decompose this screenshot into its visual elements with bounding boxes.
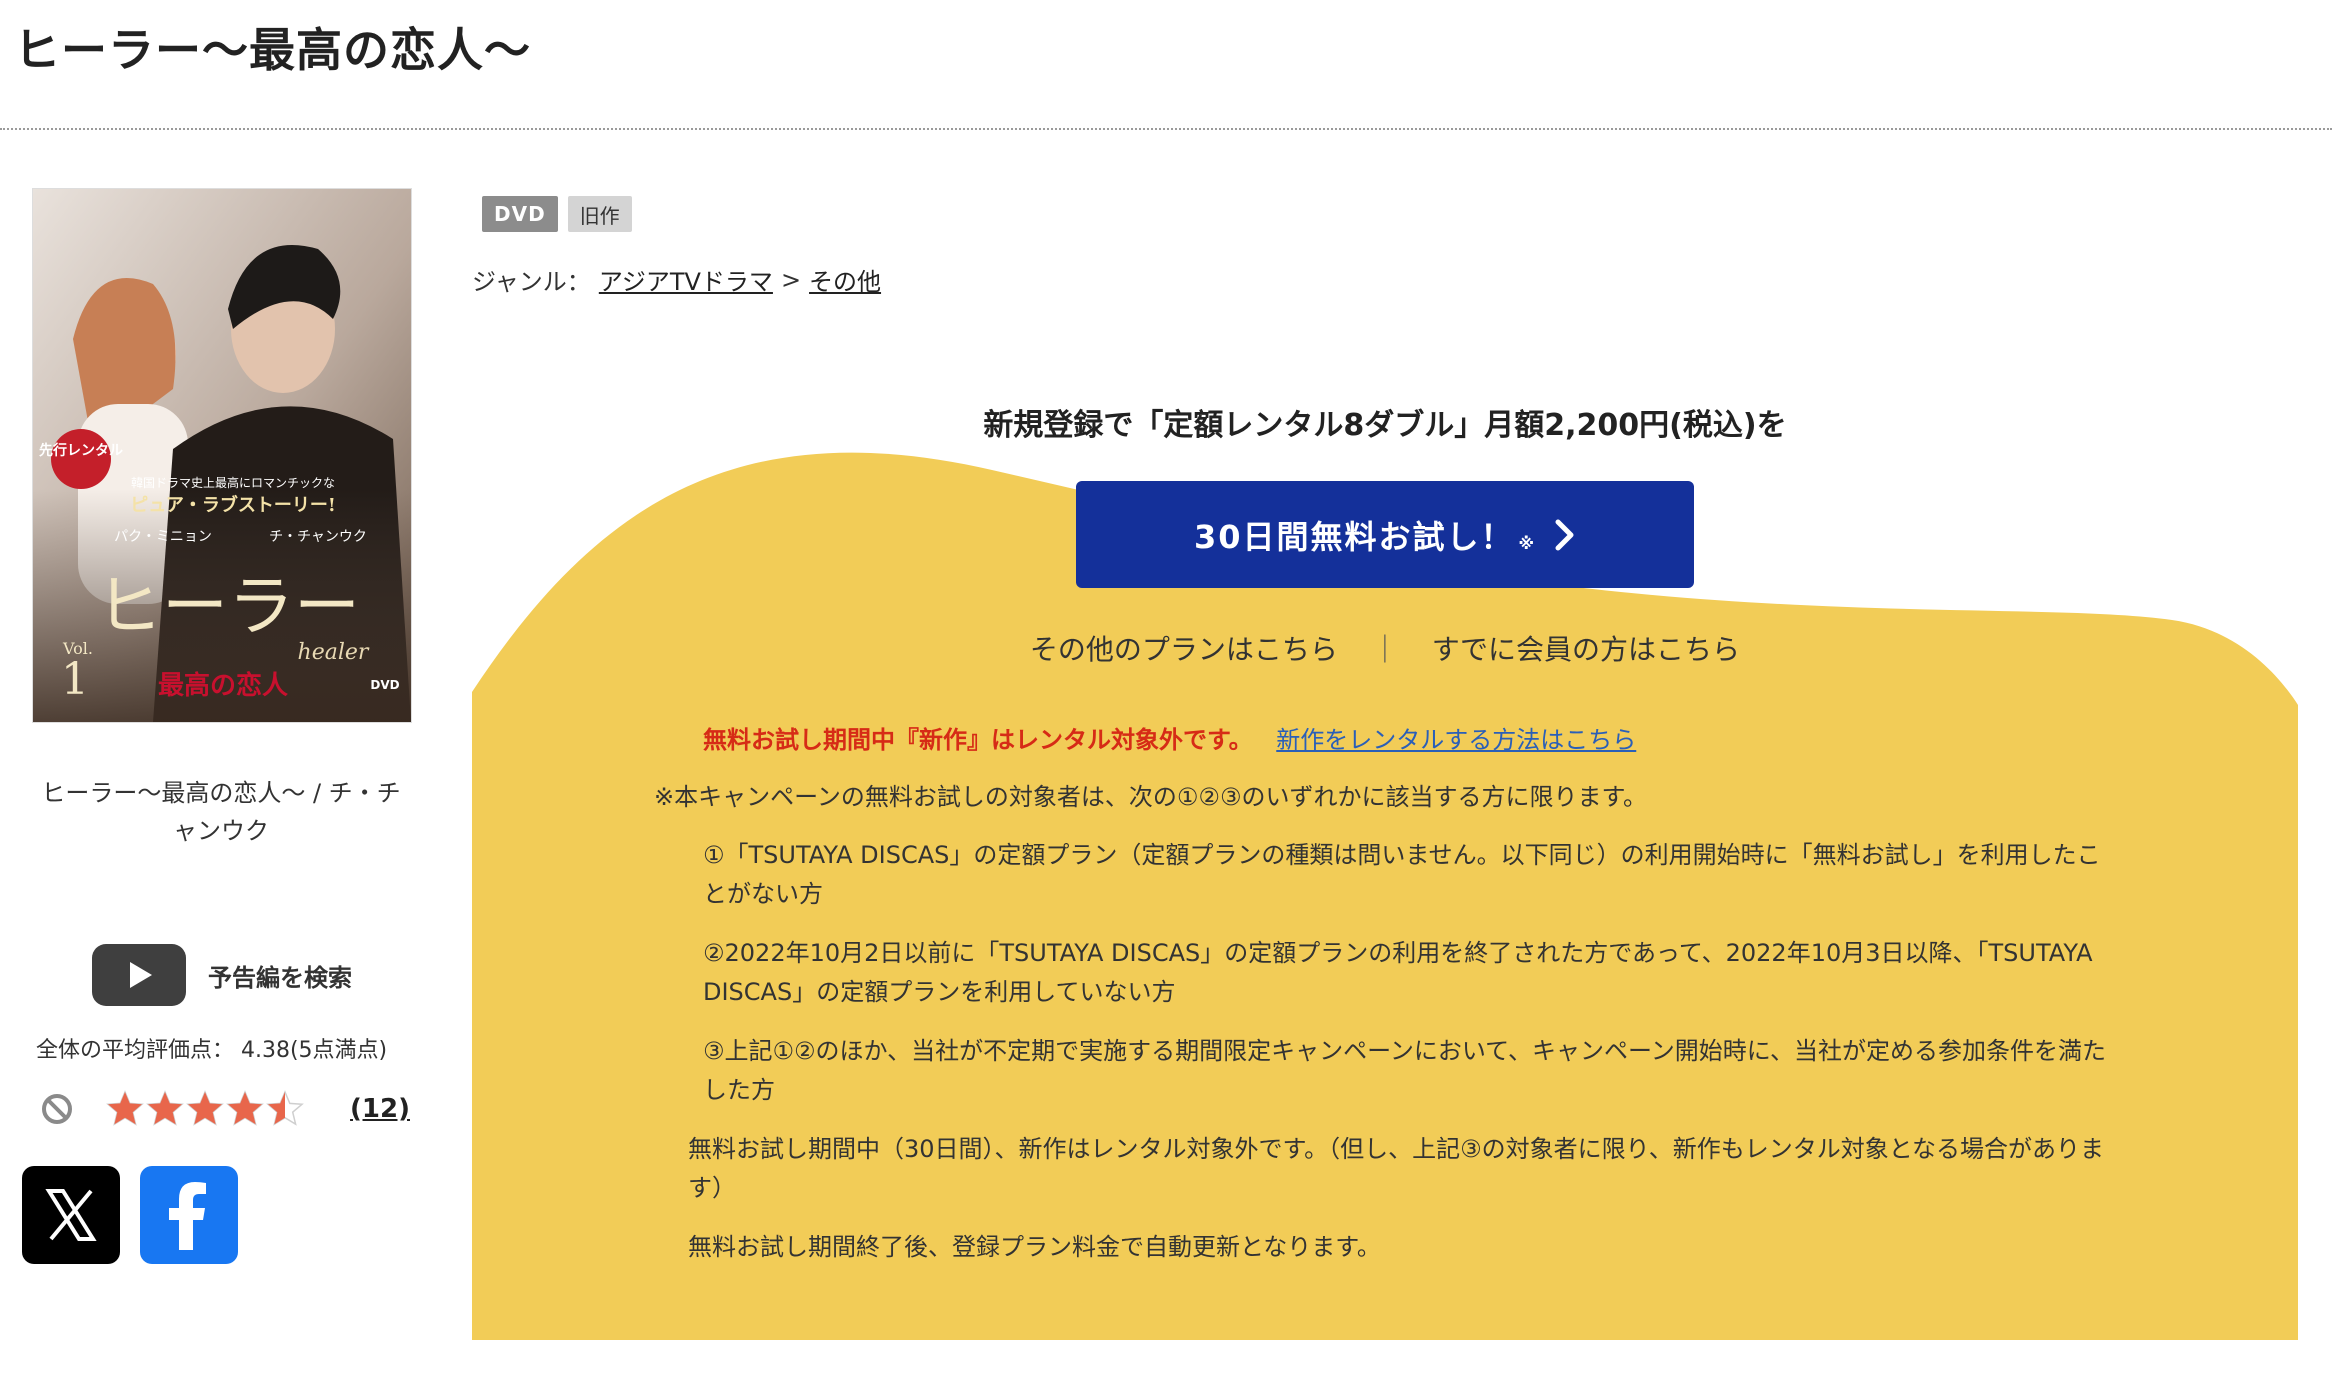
item-name: ヒーラー〜最高の恋人〜 / チ・チャンウク	[41, 779, 401, 845]
cover-badge: 先行レンタル	[39, 442, 123, 459]
free-trial-button[interactable]: 30日間無料お試し！ ※	[1076, 481, 1694, 588]
campaign-condition-3: ③上記①②のほか、当社が不定期で実施する期間限定キャンペーンにおいて、キャンペー…	[703, 1037, 2107, 1104]
x-icon	[45, 1189, 97, 1241]
cover-title2: 最高の恋人	[158, 670, 288, 701]
review-count[interactable]: (12)	[350, 1094, 410, 1124]
prohibited-icon[interactable]	[40, 1092, 74, 1126]
badge-dvd: DVD	[482, 196, 558, 232]
facebook-icon	[169, 1182, 206, 1250]
other-plans-link[interactable]: その他のプランはこちら	[1030, 633, 1338, 666]
star-rating	[106, 1090, 304, 1128]
title-divider	[0, 128, 2332, 130]
free-trial-label: 30日間無料お試し！	[1193, 517, 1515, 556]
star-icon	[106, 1090, 144, 1126]
share-x-button[interactable]	[22, 1166, 120, 1264]
genre-link-asian-tv-drama[interactable]: アジアTVドラマ	[599, 262, 773, 297]
plan-links-separator: ｜	[1370, 633, 1399, 666]
dvd-cover-image[interactable]: 先行レンタル 韓国ドラマ史上最高にロマンチックな ピュア・ラブストーリー! パク…	[32, 188, 412, 723]
campaign-note-intro: ※本キャンペーンの無料お試しの対象者は、次の①②③のいずれかに該当する方に限りま…	[654, 783, 1648, 811]
auto-renewal-note: 無料お試し期間終了後、登録プラン料金で自動更新となります。	[688, 1233, 1381, 1261]
warning-text: 無料お試し期間中『新作』はレンタル対象外です。	[703, 726, 1253, 754]
rating-row: (12)	[40, 1084, 410, 1134]
star-icon	[266, 1090, 304, 1126]
promo-headline: 新規登録で「定額レンタル8ダブル」月額2,200円(税込)を	[983, 408, 1787, 443]
genre-label: ジャンル：	[472, 268, 591, 296]
share-facebook-button[interactable]	[140, 1166, 238, 1264]
trailer-search-button[interactable]: 予告編を検索	[92, 944, 352, 1006]
free-trial-note-mark: ※	[1518, 534, 1537, 553]
cover-title: ヒーラー	[96, 568, 360, 645]
cover-dvd-mark: DVD	[370, 678, 399, 692]
youtube-play-icon	[92, 944, 186, 1006]
cover-vol-number: 1	[61, 654, 89, 705]
new-release-rental-link[interactable]: 新作をレンタルする方法はこちら	[1276, 726, 1636, 754]
cover-subtitle: healer	[298, 640, 370, 665]
rating-summary: 全体の平均評価点： 4.38(5点満点)	[36, 1038, 388, 1063]
cover-cast2: チ・チャンウク	[269, 529, 367, 545]
new-release-warning: 無料お試し期間中『新作』はレンタル対象外です。 新作をレンタルする方法はこちら	[703, 720, 1636, 755]
member-login-link[interactable]: すでに会員の方はこちら	[1432, 633, 1740, 666]
cover-tagline2: ピュア・ラブストーリー!	[130, 494, 336, 516]
campaign-condition-1: ①「TSUTAYA DISCAS」の定額プラン（定額プランの種類は問いません。以…	[703, 841, 2101, 908]
review-count-link[interactable]: (12)	[350, 1094, 410, 1124]
cover-cast1: パク・ミニョン	[114, 529, 212, 545]
genre-link-other[interactable]: その他	[809, 262, 881, 297]
trailer-label: 予告編を検索	[208, 963, 352, 992]
campaign-condition-2: ②2022年10月2日以前に「TSUTAYA DISCAS」の定額プランの利用を…	[703, 939, 2093, 1006]
badge-old-release: 旧作	[567, 196, 632, 232]
media-badges: DVD 旧作	[482, 196, 632, 232]
star-icon	[186, 1090, 224, 1126]
trial-period-note: 無料お試し期間中（30日間）、新作はレンタル対象外です。（但し、上記③の対象者に…	[688, 1135, 2104, 1202]
cover-tagline: 韓国ドラマ史上最高にロマンチックな	[131, 475, 335, 490]
page-title: ヒーラー〜最高の恋人〜	[14, 23, 531, 77]
star-icon	[226, 1090, 264, 1126]
genre-separator: >	[780, 265, 802, 294]
plan-links: その他のプランはこちら ｜ すでに会員の方はこちら	[472, 628, 2298, 668]
genre-breadcrumb: ジャンル： アジアTVドラマ > その他	[472, 262, 881, 297]
star-icon	[146, 1090, 184, 1126]
chevron-right-icon	[1555, 519, 1574, 550]
